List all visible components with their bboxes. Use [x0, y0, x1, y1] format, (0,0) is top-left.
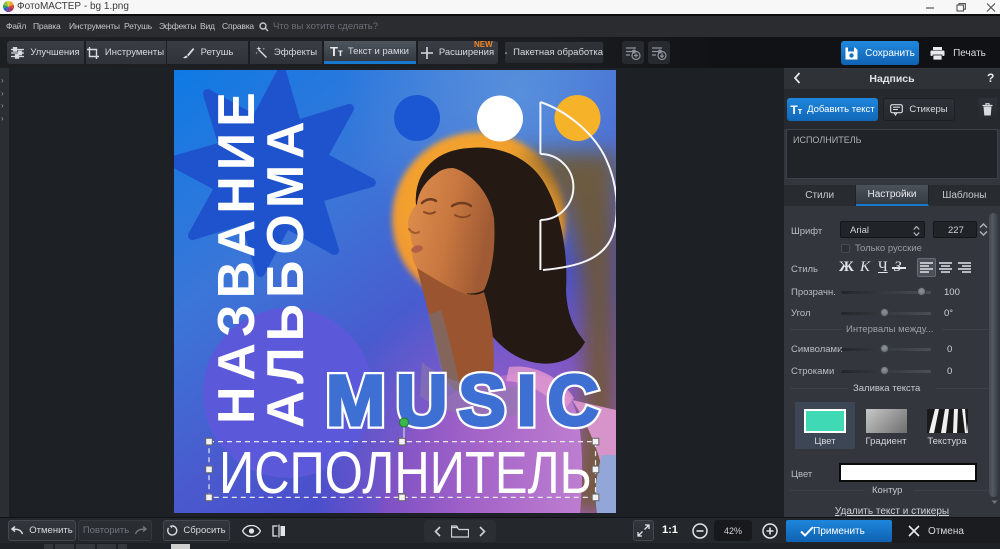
svg-text:АЛЬБОМА: АЛЬБОМА: [257, 115, 315, 428]
svg-text:MUSIC: MUSIC: [326, 362, 610, 441]
